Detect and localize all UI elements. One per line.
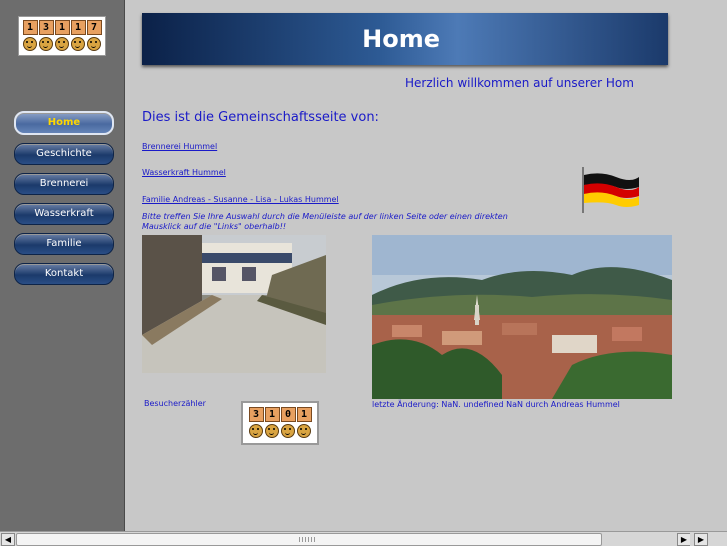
face-icon <box>87 37 101 51</box>
nav-kontakt-button[interactable]: Kontakt <box>14 263 114 285</box>
nav-home-button[interactable]: Home <box>14 111 114 135</box>
navigation-hint: Bitte treffen Sie Ihre Auswahl durch die… <box>142 212 508 231</box>
counter-digit: 1 <box>264 407 280 422</box>
counter-digit: 1 <box>296 407 312 422</box>
town-panorama-photo <box>372 235 672 399</box>
scrollbar-corner: ▶ <box>690 531 727 546</box>
face-icon <box>297 424 311 438</box>
scroll-right-arrow-icon[interactable]: ▶ <box>677 533 691 546</box>
scroll-left-arrow-icon[interactable]: ◀ <box>1 533 15 546</box>
face-icon <box>55 37 69 51</box>
nav-familie-button[interactable]: Familie <box>14 233 114 255</box>
face-icon <box>265 424 279 438</box>
scrollbar-thumb[interactable] <box>16 533 602 546</box>
german-flag-icon <box>582 167 639 213</box>
page-banner: Home <box>142 13 668 65</box>
nav-wasserkraft-button[interactable]: Wasserkraft <box>14 203 114 225</box>
welcome-marquee: Herzlich willkommen auf unserer Hom <box>405 76 634 90</box>
counter-digit: 7 <box>86 20 102 35</box>
sidebar: 1 3 1 1 7 Home Geschichte Brennerei Wass… <box>0 0 125 531</box>
counter-digit: 1 <box>70 20 86 35</box>
counter-digit: 1 <box>22 20 38 35</box>
horizontal-scrollbar[interactable]: ◀ ▶ <box>0 531 691 546</box>
nav-brennerei-button[interactable]: Brennerei <box>14 173 114 195</box>
main-nav: Home Geschichte Brennerei Wasserkraft Fa… <box>14 111 114 293</box>
link-familie[interactable]: Familie Andreas - Susanne - Lisa - Lukas… <box>142 195 339 204</box>
visitor-counter: 3 1 0 1 <box>241 401 319 445</box>
face-icon <box>281 424 295 438</box>
face-icon <box>71 37 85 51</box>
nav-geschichte-button[interactable]: Geschichte <box>14 143 114 165</box>
counter-digit: 3 <box>38 20 54 35</box>
intro-text: Dies ist die Gemeinschaftsseite von: <box>142 110 379 125</box>
link-brennerei[interactable]: Brennerei Hummel <box>142 142 217 151</box>
link-wasserkraft[interactable]: Wasserkraft Hummel <box>142 168 226 177</box>
street-photo <box>142 235 326 373</box>
visitor-counter-label: Besucherzähler <box>144 399 206 408</box>
page-title: Home <box>362 25 440 53</box>
scroll-grip-icon <box>299 537 317 542</box>
scroll-right-end-arrow-icon[interactable]: ▶ <box>694 533 708 546</box>
face-icon <box>249 424 263 438</box>
face-icon <box>23 37 37 51</box>
visitor-counter-top: 1 3 1 1 7 <box>18 16 106 56</box>
counter-digit: 1 <box>54 20 70 35</box>
counter-digit: 3 <box>248 407 264 422</box>
last-changed-text: letzte Änderung: NaN. undefined NaN durc… <box>372 400 620 409</box>
face-icon <box>39 37 53 51</box>
counter-digit: 0 <box>280 407 296 422</box>
